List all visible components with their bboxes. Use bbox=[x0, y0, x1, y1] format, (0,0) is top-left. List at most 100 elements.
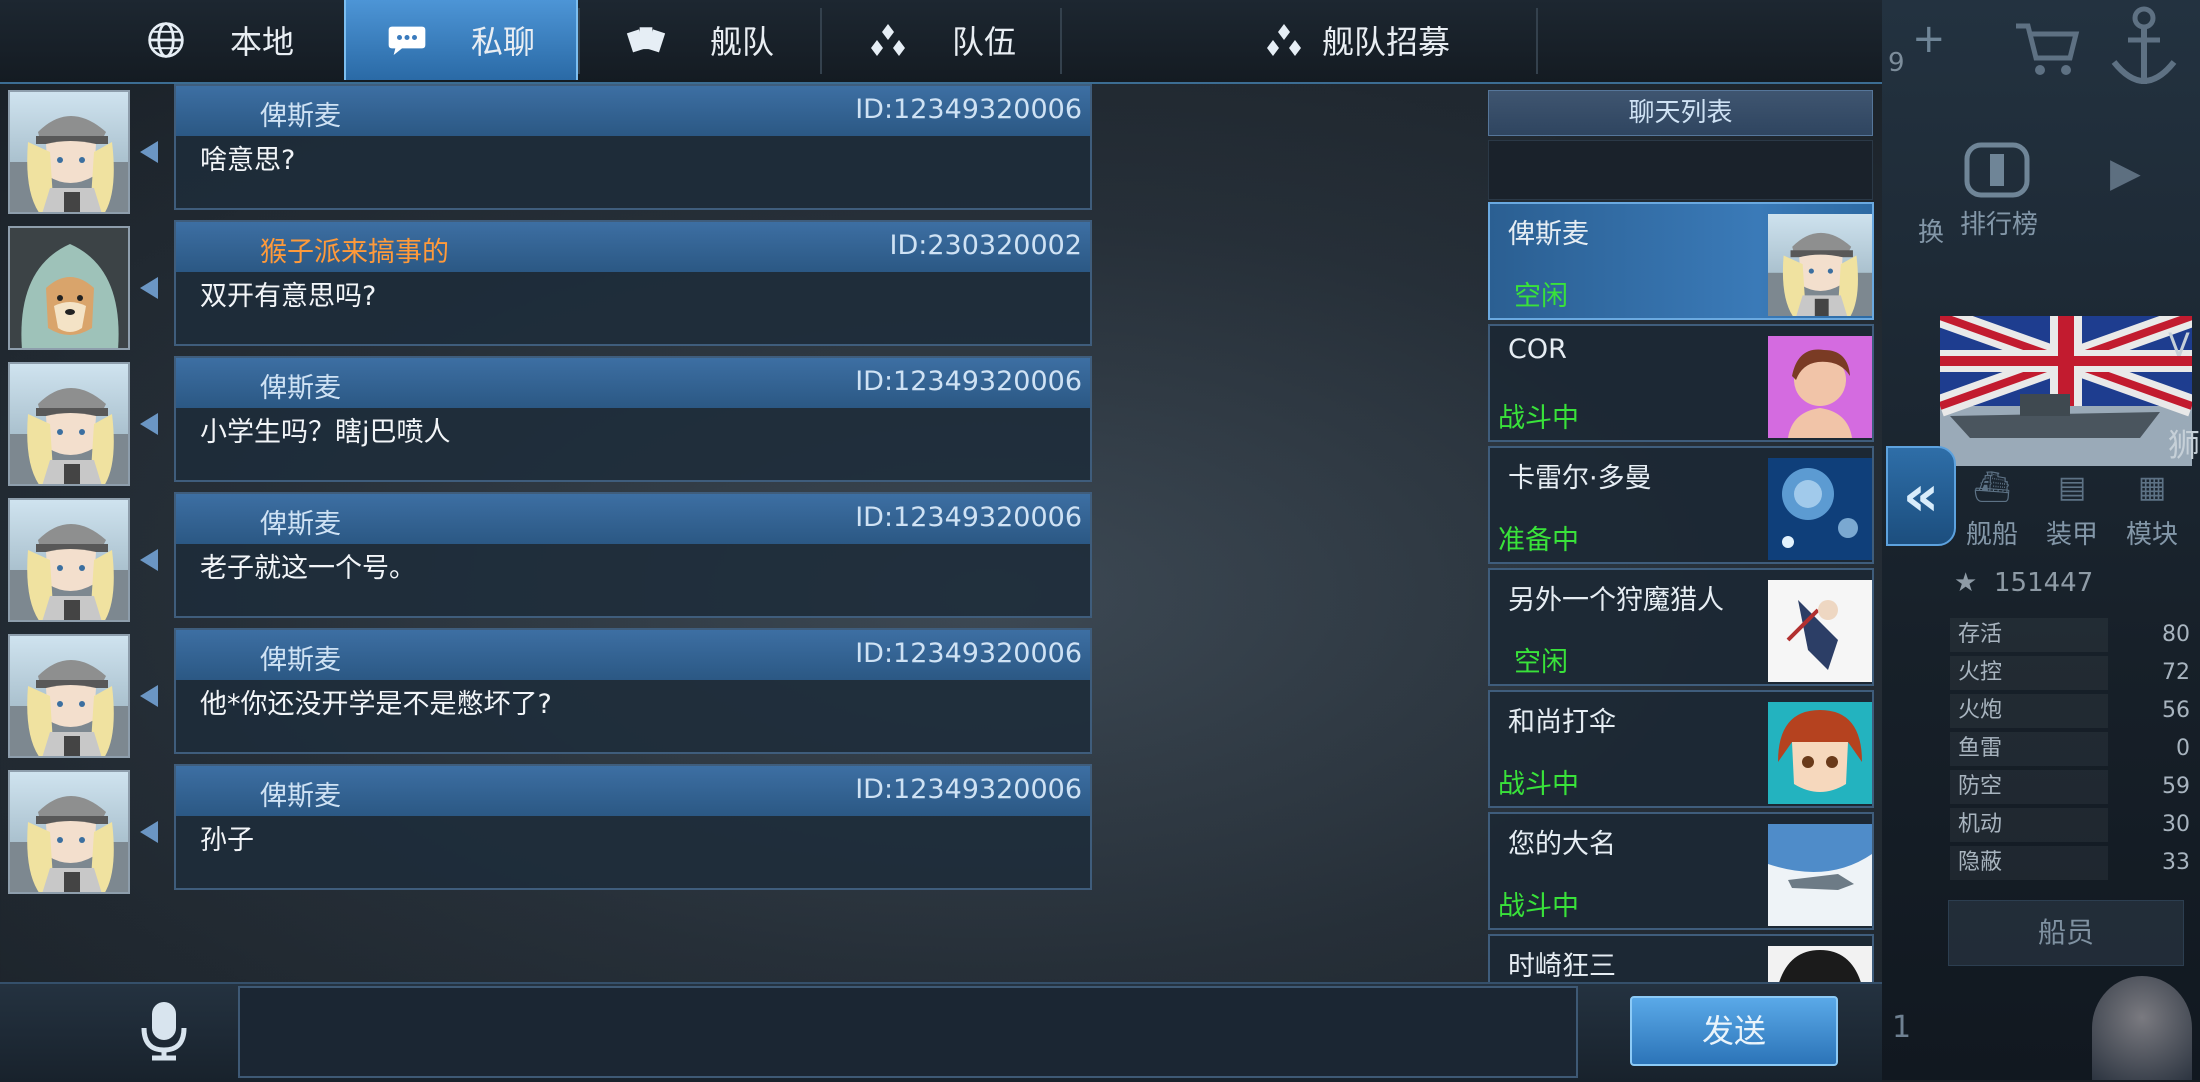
message-text: 双开有意思吗? bbox=[200, 281, 377, 312]
stat-row: 火控 bbox=[1950, 656, 2108, 690]
sender-avatar[interactable] bbox=[8, 770, 130, 894]
message-text: 他*你还没开学是不是憋坏了? bbox=[200, 689, 552, 720]
chat-list-item[interactable]: COR 战斗中 bbox=[1488, 324, 1874, 442]
bubble-pointer bbox=[140, 277, 158, 299]
contact-name: 时崎狂三 bbox=[1508, 951, 1616, 982]
contact-name: 俾斯麦 bbox=[1508, 219, 1589, 250]
ship-tab-button[interactable]: ⛴ 舰船 bbox=[1954, 470, 2030, 550]
tab-fleet-recruit[interactable]: 舰队招募 bbox=[1064, 0, 1536, 80]
stat-row: 鱼雷 bbox=[1950, 732, 2108, 766]
contact-avatar bbox=[1768, 214, 1872, 316]
contact-avatar bbox=[1768, 580, 1872, 682]
module-icon: ▦ bbox=[2137, 470, 2167, 505]
globe-icon bbox=[146, 20, 186, 60]
contact-name: 卡雷尔·多曼 bbox=[1508, 463, 1652, 494]
bubble-pointer bbox=[140, 821, 158, 843]
sender-name[interactable]: 俾斯麦 bbox=[260, 366, 341, 405]
chat-list-title: 聊天列表 bbox=[1488, 90, 1873, 136]
contact-avatar bbox=[1768, 458, 1872, 560]
message-header: 俾斯麦 ID:12349320006 bbox=[176, 358, 1090, 408]
ship-tab-label: 舰船 bbox=[1965, 520, 2018, 550]
contact-name: 您的大名 bbox=[1508, 829, 1616, 860]
stat-row: 火炮 bbox=[1950, 694, 2108, 728]
sender-name[interactable]: 俾斯麦 bbox=[260, 94, 341, 133]
contact-status: 空闲 bbox=[1514, 647, 1568, 678]
sender-avatar[interactable] bbox=[8, 362, 130, 486]
message-list[interactable]: 俾斯麦 ID:12349320006 啥意思? 猴子派来搞事的 ID:23032… bbox=[0, 84, 1100, 980]
add-icon[interactable]: + bbox=[1912, 16, 1946, 62]
chat-list-item[interactable]: 时崎狂三 bbox=[1488, 934, 1874, 984]
sender-name[interactable]: 俾斯麦 bbox=[260, 638, 341, 677]
module-tab-button[interactable]: ▦ 模块 bbox=[2114, 470, 2190, 550]
anchor-icon[interactable] bbox=[2104, 4, 2184, 98]
tab-fleet-recruit-label: 舰队招募 bbox=[1322, 23, 1451, 61]
contact-avatar bbox=[1768, 946, 1872, 982]
stat-row: 机动 bbox=[1950, 808, 2108, 842]
shop-cart-icon[interactable] bbox=[2012, 18, 2082, 82]
v-label: V bbox=[2168, 326, 2190, 364]
module-tab-label: 模块 bbox=[2125, 520, 2178, 550]
stat-value: 59 bbox=[2162, 774, 2190, 799]
ranking-icon[interactable] bbox=[1962, 140, 2032, 204]
chat-message: 俾斯麦 ID:12349320006 他*你还没开学是不是憋坏了? bbox=[174, 628, 1092, 754]
switch-label[interactable]: 换 bbox=[1918, 212, 1944, 249]
sender-id: ID:230320002 bbox=[889, 230, 1082, 261]
star-icon: ★ bbox=[1954, 568, 1978, 598]
sender-avatar[interactable] bbox=[8, 226, 130, 350]
sender-name[interactable]: 俾斯麦 bbox=[260, 502, 341, 541]
chat-bubble-icon bbox=[387, 20, 427, 60]
stat-value: 33 bbox=[2162, 850, 2190, 875]
sender-avatar[interactable] bbox=[8, 498, 130, 622]
tab-team-label: 队伍 bbox=[951, 23, 1016, 61]
send-button[interactable]: 发送 bbox=[1630, 996, 1838, 1066]
message-header: 俾斯麦 ID:12349320006 bbox=[176, 494, 1090, 544]
captain-avatar[interactable] bbox=[2092, 976, 2192, 1080]
stat-row: 防空 bbox=[1950, 770, 2108, 804]
sender-id: ID:12349320006 bbox=[855, 366, 1082, 397]
microphone-icon[interactable] bbox=[138, 1000, 190, 1066]
chat-list-search[interactable] bbox=[1488, 140, 1873, 200]
chat-message: 俾斯麦 ID:12349320006 老子就这一个号。 bbox=[174, 492, 1092, 618]
chat-list-item[interactable]: 俾斯麦 空闲 bbox=[1488, 202, 1874, 320]
tab-fleet-label: 舰队 bbox=[709, 23, 774, 61]
tab-team[interactable]: 队伍 bbox=[824, 0, 1060, 80]
chat-list-item[interactable]: 您的大名 战斗中 bbox=[1488, 812, 1874, 930]
contact-status: 战斗中 bbox=[1498, 769, 1579, 800]
sender-name[interactable]: 猴子派来搞事的 bbox=[260, 230, 449, 269]
armor-tab-button[interactable]: ▤ 装甲 bbox=[2034, 470, 2110, 550]
sender-id: ID:12349320006 bbox=[855, 94, 1082, 125]
tab-fleet[interactable]: 舰队 bbox=[582, 0, 818, 80]
bubble-pointer bbox=[140, 549, 158, 571]
message-input[interactable] bbox=[238, 986, 1578, 1078]
sender-name[interactable]: 俾斯麦 bbox=[260, 774, 341, 813]
collapse-panel-button[interactable]: « bbox=[1886, 446, 1956, 546]
sender-avatar[interactable] bbox=[8, 90, 130, 214]
stat-row: 存活 bbox=[1950, 618, 2108, 652]
next-arrow-icon[interactable]: ▶ bbox=[2110, 150, 2141, 196]
stat-value: 0 bbox=[2176, 736, 2190, 761]
contact-name: 另外一个狩魔猎人 bbox=[1508, 585, 1724, 616]
team-dots-icon bbox=[868, 20, 908, 60]
bubble-pointer bbox=[140, 685, 158, 707]
tab-private-chat[interactable]: 私聊 bbox=[344, 0, 578, 80]
sender-avatar[interactable] bbox=[8, 634, 130, 758]
message-text: 啥意思? bbox=[200, 145, 296, 176]
ship-image bbox=[1940, 316, 2192, 466]
crew-button[interactable]: 船员 bbox=[1948, 900, 2184, 966]
tab-local-label: 本地 bbox=[229, 23, 294, 61]
stat-value: 80 bbox=[2162, 622, 2190, 647]
chat-list-item[interactable]: 和尚打伞 战斗中 bbox=[1488, 690, 1874, 808]
chat-list-item[interactable]: 卡雷尔·多曼 准备中 bbox=[1488, 446, 1874, 564]
message-header: 俾斯麦 ID:12349320006 bbox=[176, 630, 1090, 680]
fleet-cards-icon bbox=[626, 20, 666, 60]
tab-local[interactable]: 本地 bbox=[100, 0, 340, 80]
chat-list-item[interactable]: 另外一个狩魔猎人 空闲 bbox=[1488, 568, 1874, 686]
sender-id: ID:12349320006 bbox=[855, 774, 1082, 805]
stat-row: 隐蔽 bbox=[1950, 846, 2108, 880]
stat-value: 72 bbox=[2162, 660, 2190, 685]
contact-avatar bbox=[1768, 824, 1872, 926]
ranking-label[interactable]: 排行榜 bbox=[1960, 204, 2038, 241]
stat-value: 30 bbox=[2162, 812, 2190, 837]
crew-label: 船员 bbox=[2037, 916, 2094, 949]
contact-status: 准备中 bbox=[1498, 525, 1579, 556]
